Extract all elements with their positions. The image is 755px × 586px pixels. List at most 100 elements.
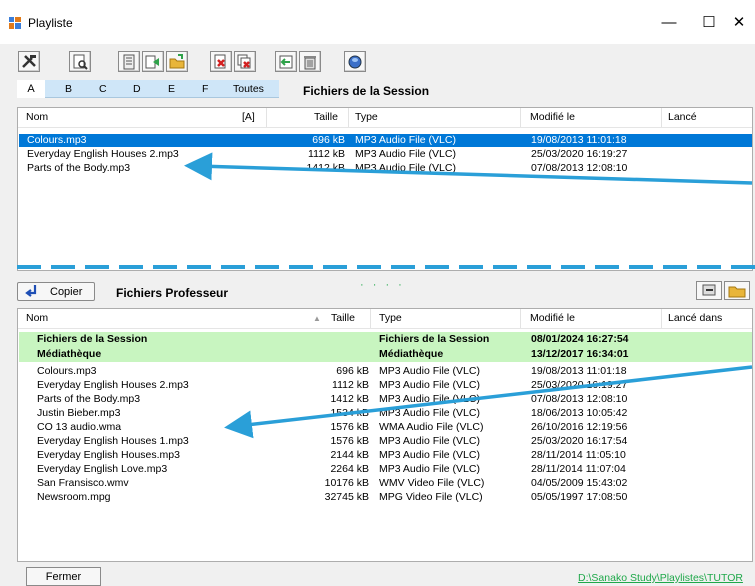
- letter-tab-f[interactable]: F: [202, 83, 208, 95]
- close-button[interactable]: Fermer: [26, 567, 101, 586]
- letter-tab-all[interactable]: Toutes: [233, 83, 264, 95]
- folder-modified: 08/01/2024 16:27:54: [531, 333, 629, 345]
- file-size: 696 kB: [336, 365, 369, 377]
- close-window-button[interactable]: ✕: [719, 8, 755, 36]
- open-folder-icon: [169, 54, 185, 69]
- file-type: MP3 Audio File (VLC): [355, 148, 456, 160]
- professor-row[interactable]: Colours.mp3 696 kB MP3 Audio File (VLC) …: [19, 365, 752, 378]
- disk-button[interactable]: [344, 51, 366, 72]
- file-size: 1412 kB: [306, 162, 345, 174]
- session-row[interactable]: Everyday English Houses 2.mp3 1112 kB MP…: [19, 148, 752, 161]
- folder-row[interactable]: Fichiers de la Session Fichiers de la Se…: [19, 332, 752, 347]
- file-modified: 28/11/2014 11:05:10: [531, 449, 626, 461]
- letter-tab-c[interactable]: C: [99, 83, 107, 95]
- file-size: 10176 kB: [324, 477, 369, 489]
- copy-button[interactable]: Copier: [17, 282, 95, 301]
- progress-dots: · · · ·: [360, 279, 405, 291]
- professor-row[interactable]: San Fransisco.wmv 10176 kB WMV Video Fil…: [19, 477, 752, 490]
- folder-type: Fichiers de la Session: [379, 333, 490, 345]
- column-launched[interactable]: Lancé: [668, 111, 697, 123]
- professor-row[interactable]: Everyday English Houses 2.mp3 1112 kB MP…: [19, 379, 752, 392]
- letter-tab-b[interactable]: B: [65, 83, 72, 95]
- session-row[interactable]: Parts of the Body.mp3 1412 kB MP3 Audio …: [19, 162, 752, 175]
- column-size[interactable]: Taille: [314, 111, 338, 123]
- file-type: MP3 Audio File (VLC): [379, 407, 480, 419]
- folder-row[interactable]: Médiathèque Médiathèque 13/12/2017 16:34…: [19, 347, 752, 362]
- file-name: Everyday English Love.mp3: [37, 463, 168, 475]
- file-modified: 25/03/2020 16:19:27: [531, 148, 628, 160]
- copy-label: Copier: [50, 286, 83, 298]
- professor-row[interactable]: Justin Bieber.mp3 1534 kB MP3 Audio File…: [19, 407, 752, 420]
- list-button[interactable]: [118, 51, 140, 72]
- minimize-button[interactable]: —: [649, 8, 689, 36]
- column-type[interactable]: Type: [379, 312, 402, 324]
- export-button[interactable]: [696, 281, 722, 300]
- file-name: Parts of the Body.mp3: [27, 162, 131, 174]
- arrow-down-left-icon: [25, 285, 37, 297]
- letter-tab-a[interactable]: A: [17, 80, 45, 98]
- file-name: Everyday English Houses 2.mp3: [27, 148, 179, 160]
- add-file-button[interactable]: [142, 51, 164, 72]
- column-type[interactable]: Type: [355, 111, 378, 123]
- column-size[interactable]: Taille: [331, 312, 355, 324]
- column-launched-in[interactable]: Lancé dans: [668, 312, 722, 324]
- file-name: Parts of the Body.mp3: [37, 393, 141, 405]
- professor-file-list[interactable]: Nom ▲ Taille Type Modifié le Lancé dans …: [17, 308, 753, 562]
- professor-row[interactable]: CO 13 audio.wma 1576 kB WMA Audio File (…: [19, 421, 752, 434]
- file-modified: 05/05/1997 17:08:50: [531, 491, 628, 503]
- import-button[interactable]: [275, 51, 297, 72]
- folder-name: Médiathèque: [37, 348, 102, 360]
- delete-button[interactable]: [210, 51, 232, 72]
- session-row[interactable]: Colours.mp3 696 kB MP3 Audio File (VLC) …: [19, 134, 752, 147]
- file-type: MP3 Audio File (VLC): [379, 365, 480, 377]
- file-modified: 19/08/2013 11:01:18: [531, 365, 627, 377]
- session-file-list[interactable]: Nom [A] Taille Type Modifié le Lancé Col…: [17, 107, 753, 271]
- tools-button[interactable]: [18, 51, 40, 72]
- folder-name: Fichiers de la Session: [37, 333, 148, 345]
- file-modified: 18/06/2013 10:05:42: [531, 407, 628, 419]
- folder-icon: [728, 286, 746, 298]
- file-name: Everyday English Houses.mp3: [37, 449, 180, 461]
- file-size: 2264 kB: [330, 463, 369, 475]
- file-size: 1576 kB: [330, 421, 369, 433]
- file-size: 1576 kB: [330, 435, 369, 447]
- column-modified[interactable]: Modifié le: [530, 312, 575, 324]
- professor-row[interactable]: Parts of the Body.mp3 1412 kB MP3 Audio …: [19, 393, 752, 406]
- professor-row[interactable]: Everyday English Houses 1.mp3 1576 kB MP…: [19, 435, 752, 448]
- open-folder-button[interactable]: [166, 51, 188, 72]
- file-type: WMA Audio File (VLC): [379, 421, 484, 433]
- file-modified: 07/08/2013 12:08:10: [531, 393, 628, 405]
- column-modified[interactable]: Modifié le: [530, 111, 575, 123]
- file-size: 2144 kB: [330, 449, 369, 461]
- professor-row[interactable]: Everyday English Houses.mp3 2144 kB MP3 …: [19, 449, 752, 462]
- sort-up-icon: ▲: [313, 314, 321, 323]
- professor-row[interactable]: Newsroom.mpg 32745 kB MPG Video File (VL…: [19, 491, 752, 504]
- new-folder-button[interactable]: [724, 281, 750, 300]
- trash-button[interactable]: [299, 51, 321, 72]
- session-list-header: Nom [A] Taille Type Modifié le Lancé: [18, 108, 752, 128]
- file-name: San Fransisco.wmv: [37, 477, 129, 489]
- file-name: Colours.mp3: [27, 134, 87, 146]
- column-name[interactable]: Nom: [26, 111, 48, 123]
- toolbar: [0, 44, 755, 76]
- preview-button[interactable]: [69, 51, 91, 72]
- column-name[interactable]: Nom: [26, 312, 48, 324]
- file-modified: 04/05/2009 15:43:02: [531, 477, 628, 489]
- file-type: WMV Video File (VLC): [379, 477, 485, 489]
- tools-icon: [22, 55, 36, 68]
- file-modified: 25/03/2020 16:19:27: [531, 379, 628, 391]
- folder-type: Médiathèque: [379, 348, 444, 360]
- preview-icon: [73, 54, 88, 70]
- app-icon: [9, 17, 22, 29]
- delete-all-button[interactable]: [234, 51, 256, 72]
- title-bar: Playliste — ☐ ✕: [0, 0, 755, 44]
- delete-all-icon: [237, 54, 251, 69]
- file-type: MP3 Audio File (VLC): [379, 449, 480, 461]
- letter-tab-d[interactable]: D: [133, 83, 141, 95]
- professor-row[interactable]: Everyday English Love.mp3 2264 kB MP3 Au…: [19, 463, 752, 476]
- folder-path-link[interactable]: D:\Sanako Study\Playlistes\TUTOR: [578, 572, 743, 584]
- letter-tab-e[interactable]: E: [168, 83, 175, 95]
- file-modified: 25/03/2020 16:17:54: [531, 435, 628, 447]
- file-type: MP3 Audio File (VLC): [379, 379, 480, 391]
- column-flag[interactable]: [A]: [242, 111, 255, 123]
